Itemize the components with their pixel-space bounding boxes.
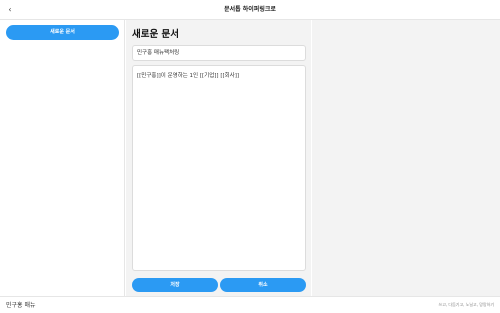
cancel-button[interactable]: 취소 [220, 278, 306, 292]
editor-panel: 새로운 문서 민구홍 매뉴팩처링 [[민구홍]]이 운영하는 1인 [[기업]]… [126, 20, 311, 296]
page-title: 문서톱 하이퍼링크로 [224, 6, 276, 13]
save-button[interactable]: 저장 [132, 278, 218, 292]
document-content-textarea[interactable]: [[민구홍]]이 운영하는 1인 [[기업]] [[회사]] [132, 65, 306, 271]
footer: 민구홍 매뉴 쓰고, 다듬기고, 노닐고, 망망하기 [0, 296, 500, 313]
new-document-button[interactable]: 새로운 문서 [6, 25, 119, 40]
preview-pane [312, 20, 500, 296]
editor-heading: 새로운 문서 [132, 29, 180, 40]
footer-logo: 민구홍 매뉴 [6, 302, 36, 309]
document-name-field[interactable]: 민구홍 매뉴팩처링 [132, 45, 306, 61]
sidebar: 새로운 문서 [0, 20, 125, 296]
footer-links[interactable]: 쓰고, 다듬기고, 노닐고, 망망하기 [439, 302, 494, 308]
top-bar: ‹ 문서톱 하이퍼링크로 [0, 0, 500, 20]
